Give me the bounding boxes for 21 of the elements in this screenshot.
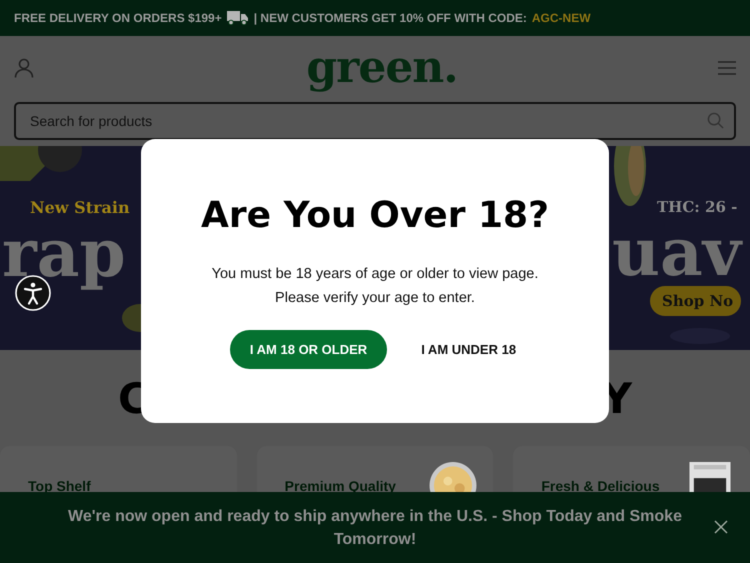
dialog-message: You must be 18 years of age or older to view page.: [212, 265, 538, 284]
user-icon[interactable]: [14, 58, 34, 78]
card-title: Fresh & Delicious: [541, 478, 660, 494]
search-field[interactable]: Search for products: [14, 102, 736, 140]
menu-icon[interactable]: [718, 61, 736, 75]
close-icon[interactable]: [714, 520, 728, 534]
dialog-message: Please verify your age to enter.: [275, 289, 475, 308]
search-icon[interactable]: [707, 112, 724, 129]
hero-tagline: THC: 26 -: [657, 198, 738, 216]
shop-now-button[interactable]: Shop No: [650, 286, 742, 316]
decline-age-button[interactable]: I AM UNDER 18: [417, 334, 520, 365]
hero-title: rap: [2, 215, 127, 291]
card-title: Top Shelf: [28, 478, 91, 494]
hero-tagline: New Strain: [30, 198, 130, 217]
truck-icon: [226, 11, 249, 25]
announcement-text: FREE DELIVERY ON ORDERS $199+: [14, 11, 222, 25]
dialog-title: Are You Over 18?: [201, 195, 549, 236]
promo-code: AGC-NEW: [532, 11, 591, 25]
confirm-age-button[interactable]: I AM 18 OR OLDER: [230, 330, 388, 369]
logo[interactable]: green.: [306, 46, 458, 90]
announcement-text: | NEW CUSTOMERS GET 10% OFF WITH CODE:: [254, 11, 527, 25]
